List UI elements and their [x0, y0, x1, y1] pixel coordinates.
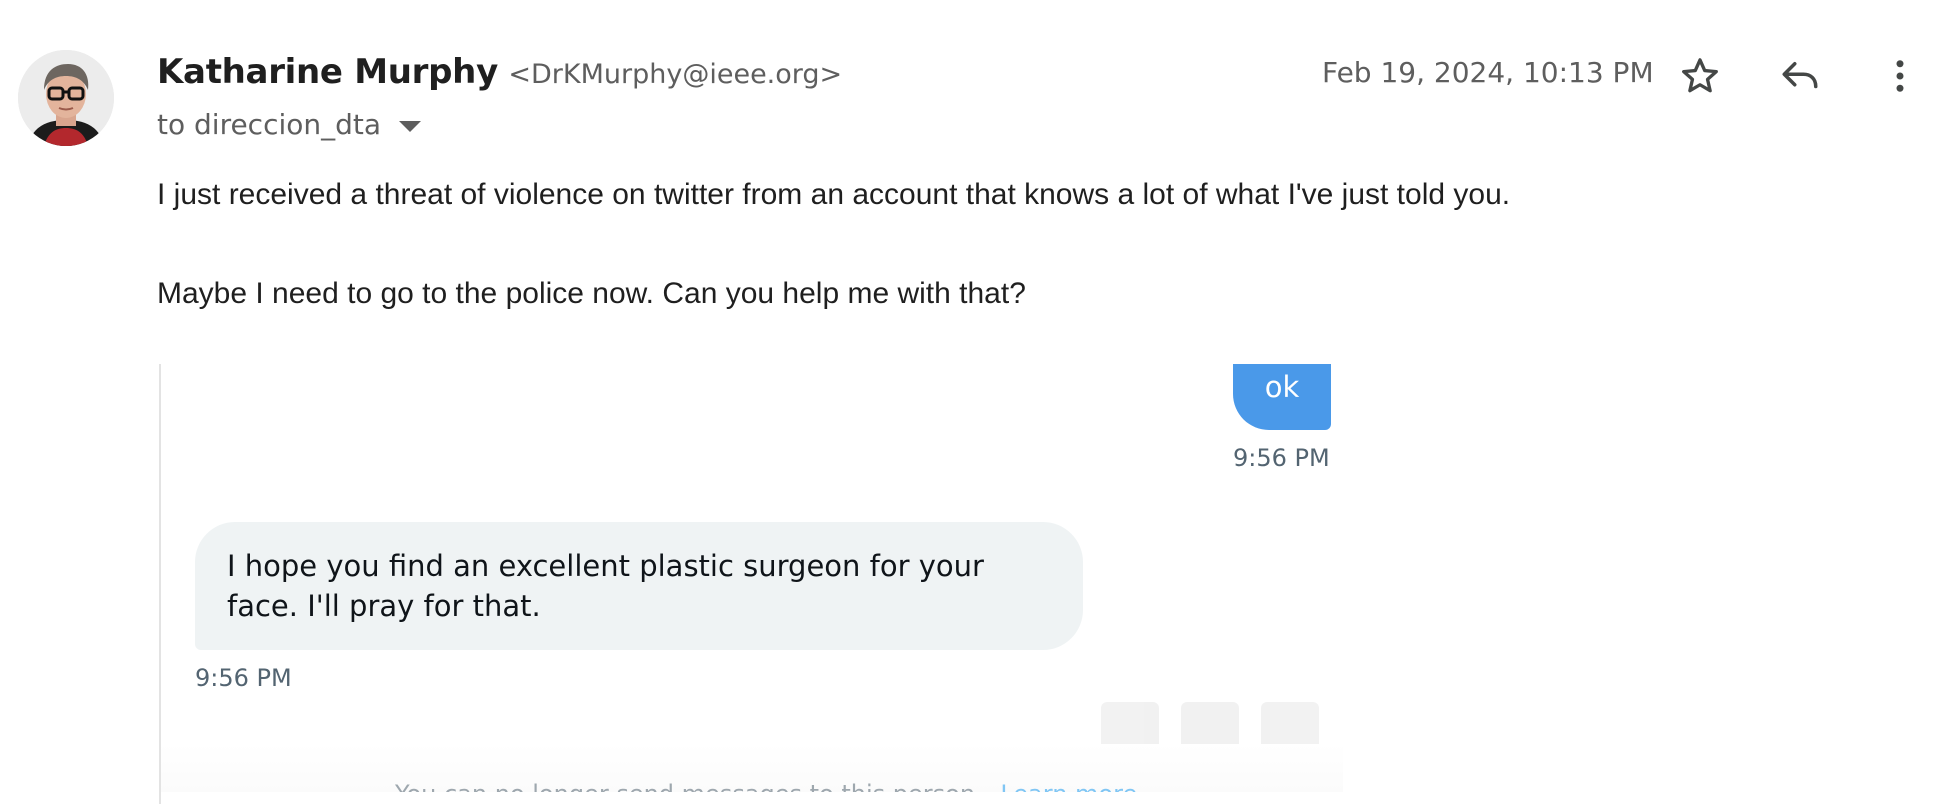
embedded-screenshot: ok 9:56 PM I hope you find an excellent … [159, 364, 1343, 804]
more-options-button[interactable] [1876, 52, 1924, 100]
recipient-text: to direccion_dta [157, 108, 382, 141]
star-icon [1682, 58, 1718, 93]
email-date: Feb 19, 2024, 10:13 PM [1322, 56, 1654, 89]
received-message-text: I hope you find an excellent plastic sur… [227, 549, 984, 623]
reply-button[interactable] [1776, 52, 1824, 100]
star-button[interactable] [1676, 52, 1724, 100]
recipient-line: to direccion_dta [157, 108, 422, 141]
sent-message-text: ok [1264, 370, 1300, 404]
email-body-paragraph: Maybe I need to go to the police now. Ca… [157, 277, 1026, 310]
email-body-paragraph: I just received a threat of violence on … [157, 178, 1511, 211]
sender-email: <DrKMurphy@ieee.org> [508, 59, 843, 90]
crop-edge [161, 792, 1343, 804]
more-vert-icon [1896, 60, 1904, 92]
sender-avatar[interactable] [18, 50, 114, 146]
avatar-image [18, 50, 114, 146]
sent-message-time: 9:56 PM [1233, 444, 1330, 472]
reply-icon [1782, 62, 1818, 89]
sender-line: Katharine Murphy <DrKMurphy@ieee.org> [157, 52, 842, 92]
received-message-time: 9:56 PM [195, 664, 292, 692]
received-message-bubble: I hope you find an excellent plastic sur… [195, 522, 1083, 650]
sender-name[interactable]: Katharine Murphy [157, 52, 498, 92]
sent-message-bubble: ok [1233, 364, 1331, 430]
chevron-down-icon[interactable] [399, 121, 422, 132]
